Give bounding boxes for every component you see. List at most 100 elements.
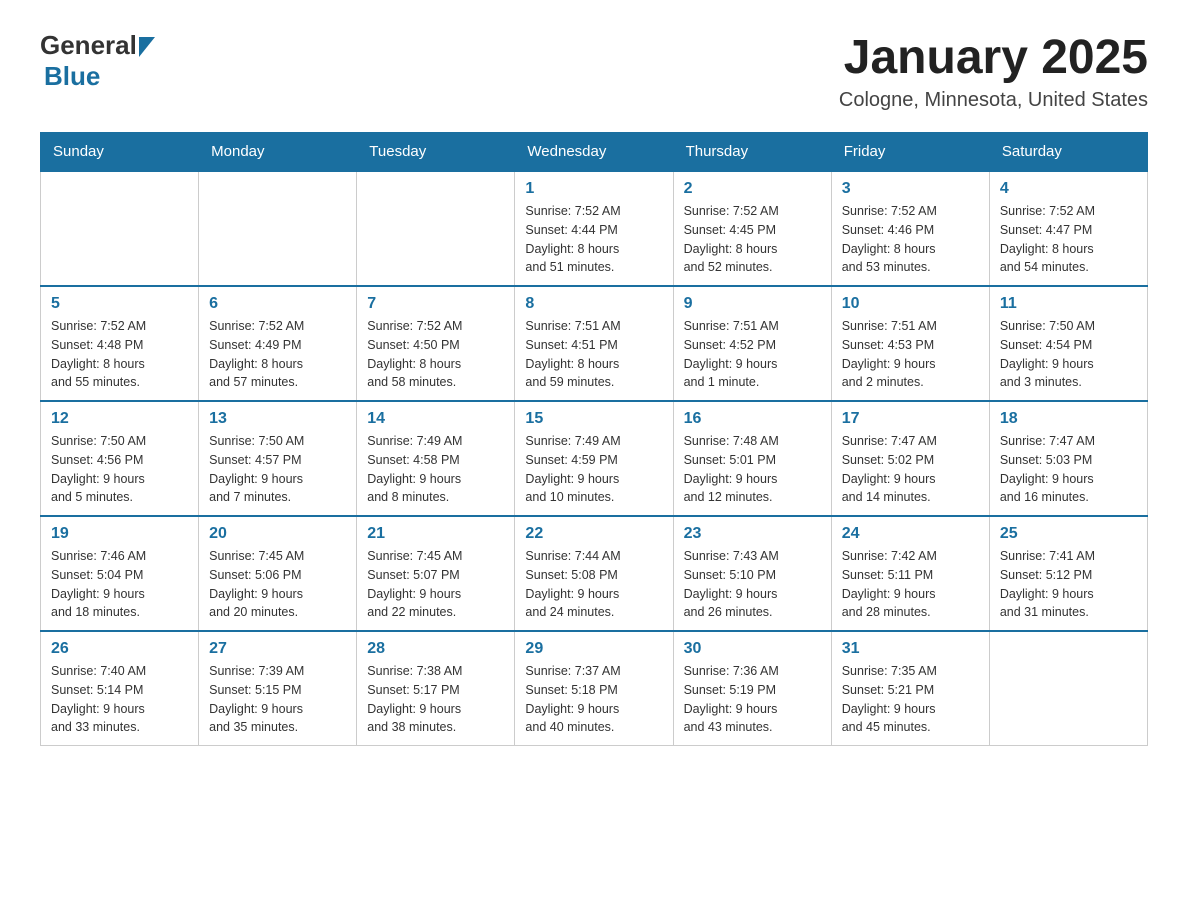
day-info: Sunrise: 7:52 AM Sunset: 4:50 PM Dayligh…: [367, 317, 504, 392]
calendar-cell: 11 Sunrise: 7:50 AM Sunset: 4:54 PM Dayli…: [989, 286, 1147, 401]
day-number: 28: [367, 640, 504, 658]
day-number: 11: [1000, 295, 1137, 313]
logo: General Blue: [40, 30, 155, 92]
page-header: General Blue January 2025 Cologne, Minne…: [40, 30, 1148, 112]
calendar-cell: [357, 171, 515, 286]
calendar-title: January 2025: [839, 30, 1148, 85]
calendar-cell: 31Sunrise: 7:35 AM Sunset: 5:21 PM Dayli…: [831, 631, 989, 746]
calendar-cell: 19 Sunrise: 7:46 AM Sunset: 5:04 PM Dayli…: [41, 516, 199, 631]
week-row-2: 5 Sunrise: 7:52 AM Sunset: 4:48 PM Daylig…: [41, 286, 1148, 401]
calendar-cell: [199, 171, 357, 286]
day-number: 12: [51, 410, 188, 428]
calendar-cell: 26 Sunrise: 7:40 AM Sunset: 5:14 PM Dayli…: [41, 631, 199, 746]
day-info: Sunrise: 7:51 AM Sunset: 4:51 PM Dayligh…: [525, 317, 662, 392]
day-number: 3: [842, 180, 979, 198]
day-info: Sunrise: 7:41 AM Sunset: 5:12 PM Dayligh…: [1000, 547, 1137, 622]
day-info: Sunrise: 7:51 AM Sunset: 4:52 PM Dayligh…: [684, 317, 821, 392]
calendar-cell: 24Sunrise: 7:42 AM Sunset: 5:11 PM Dayli…: [831, 516, 989, 631]
day-number: 8: [525, 295, 662, 313]
day-info: Sunrise: 7:48 AM Sunset: 5:01 PM Dayligh…: [684, 432, 821, 507]
day-number: 5: [51, 295, 188, 313]
day-number: 22: [525, 525, 662, 543]
calendar-cell: [989, 631, 1147, 746]
day-info: Sunrise: 7:52 AM Sunset: 4:45 PM Dayligh…: [684, 202, 821, 277]
day-info: Sunrise: 7:52 AM Sunset: 4:44 PM Dayligh…: [525, 202, 662, 277]
calendar-cell: 3 Sunrise: 7:52 AM Sunset: 4:46 PM Daylig…: [831, 171, 989, 286]
calendar-cell: 2 Sunrise: 7:52 AM Sunset: 4:45 PM Daylig…: [673, 171, 831, 286]
day-info: Sunrise: 7:42 AM Sunset: 5:11 PM Dayligh…: [842, 547, 979, 622]
calendar-cell: 23 Sunrise: 7:43 AM Sunset: 5:10 PM Dayli…: [673, 516, 831, 631]
day-info: Sunrise: 7:45 AM Sunset: 5:07 PM Dayligh…: [367, 547, 504, 622]
day-info: Sunrise: 7:45 AM Sunset: 5:06 PM Dayligh…: [209, 547, 346, 622]
calendar-cell: 1 Sunrise: 7:52 AM Sunset: 4:44 PM Daylig…: [515, 171, 673, 286]
calendar-cell: 16 Sunrise: 7:48 AM Sunset: 5:01 PM Dayli…: [673, 401, 831, 516]
day-number: 10: [842, 295, 979, 313]
day-info: Sunrise: 7:50 AM Sunset: 4:57 PM Dayligh…: [209, 432, 346, 507]
day-number: 4: [1000, 180, 1137, 198]
day-header-wednesday: Wednesday: [515, 133, 673, 172]
day-number: 14: [367, 410, 504, 428]
day-info: Sunrise: 7:49 AM Sunset: 4:58 PM Dayligh…: [367, 432, 504, 507]
week-row-3: 12 Sunrise: 7:50 AM Sunset: 4:56 PM Dayli…: [41, 401, 1148, 516]
day-header-sunday: Sunday: [41, 133, 199, 172]
day-header-tuesday: Tuesday: [357, 133, 515, 172]
calendar-cell: 28 Sunrise: 7:38 AM Sunset: 5:17 PM Dayli…: [357, 631, 515, 746]
calendar-cell: 17 Sunrise: 7:47 AM Sunset: 5:02 PM Dayli…: [831, 401, 989, 516]
calendar-cell: 21 Sunrise: 7:45 AM Sunset: 5:07 PM Dayli…: [357, 516, 515, 631]
day-number: 2: [684, 180, 821, 198]
day-header-thursday: Thursday: [673, 133, 831, 172]
calendar-cell: 13 Sunrise: 7:50 AM Sunset: 4:57 PM Dayli…: [199, 401, 357, 516]
day-number: 6: [209, 295, 346, 313]
day-info: Sunrise: 7:47 AM Sunset: 5:03 PM Dayligh…: [1000, 432, 1137, 507]
day-info: Sunrise: 7:40 AM Sunset: 5:14 PM Dayligh…: [51, 662, 188, 737]
calendar-subtitle: Cologne, Minnesota, United States: [839, 89, 1148, 112]
day-number: 17: [842, 410, 979, 428]
day-info: Sunrise: 7:52 AM Sunset: 4:46 PM Dayligh…: [842, 202, 979, 277]
calendar-cell: 20 Sunrise: 7:45 AM Sunset: 5:06 PM Dayli…: [199, 516, 357, 631]
calendar-cell: 9 Sunrise: 7:51 AM Sunset: 4:52 PM Daylig…: [673, 286, 831, 401]
calendar-table: SundayMondayTuesdayWednesdayThursdayFrid…: [40, 132, 1148, 746]
calendar-cell: 12 Sunrise: 7:50 AM Sunset: 4:56 PM Dayli…: [41, 401, 199, 516]
day-info: Sunrise: 7:37 AM Sunset: 5:18 PM Dayligh…: [525, 662, 662, 737]
day-info: Sunrise: 7:38 AM Sunset: 5:17 PM Dayligh…: [367, 662, 504, 737]
day-number: 13: [209, 410, 346, 428]
day-info: Sunrise: 7:49 AM Sunset: 4:59 PM Dayligh…: [525, 432, 662, 507]
day-number: 15: [525, 410, 662, 428]
day-number: 16: [684, 410, 821, 428]
calendar-cell: 18Sunrise: 7:47 AM Sunset: 5:03 PM Dayli…: [989, 401, 1147, 516]
logo-blue-text: Blue: [44, 61, 100, 92]
calendar-cell: 30 Sunrise: 7:36 AM Sunset: 5:19 PM Dayli…: [673, 631, 831, 746]
day-info: Sunrise: 7:36 AM Sunset: 5:19 PM Dayligh…: [684, 662, 821, 737]
day-number: 31: [842, 640, 979, 658]
calendar-cell: 22 Sunrise: 7:44 AM Sunset: 5:08 PM Dayli…: [515, 516, 673, 631]
calendar-cell: 25Sunrise: 7:41 AM Sunset: 5:12 PM Dayli…: [989, 516, 1147, 631]
day-info: Sunrise: 7:50 AM Sunset: 4:54 PM Dayligh…: [1000, 317, 1137, 392]
day-number: 30: [684, 640, 821, 658]
calendar-cell: 6 Sunrise: 7:52 AM Sunset: 4:49 PM Daylig…: [199, 286, 357, 401]
day-info: Sunrise: 7:47 AM Sunset: 5:02 PM Dayligh…: [842, 432, 979, 507]
day-info: Sunrise: 7:52 AM Sunset: 4:48 PM Dayligh…: [51, 317, 188, 392]
day-number: 1: [525, 180, 662, 198]
day-info: Sunrise: 7:50 AM Sunset: 4:56 PM Dayligh…: [51, 432, 188, 507]
day-number: 9: [684, 295, 821, 313]
day-number: 20: [209, 525, 346, 543]
day-info: Sunrise: 7:43 AM Sunset: 5:10 PM Dayligh…: [684, 547, 821, 622]
day-info: Sunrise: 7:46 AM Sunset: 5:04 PM Dayligh…: [51, 547, 188, 622]
day-number: 23: [684, 525, 821, 543]
day-info: Sunrise: 7:52 AM Sunset: 4:47 PM Dayligh…: [1000, 202, 1137, 277]
calendar-cell: 10 Sunrise: 7:51 AM Sunset: 4:53 PM Dayli…: [831, 286, 989, 401]
title-section: January 2025 Cologne, Minnesota, United …: [839, 30, 1148, 112]
calendar-cell: 8 Sunrise: 7:51 AM Sunset: 4:51 PM Daylig…: [515, 286, 673, 401]
calendar-cell: 15 Sunrise: 7:49 AM Sunset: 4:59 PM Dayli…: [515, 401, 673, 516]
day-number: 26: [51, 640, 188, 658]
calendar-cell: 14 Sunrise: 7:49 AM Sunset: 4:58 PM Dayli…: [357, 401, 515, 516]
day-info: Sunrise: 7:44 AM Sunset: 5:08 PM Dayligh…: [525, 547, 662, 622]
day-number: 21: [367, 525, 504, 543]
day-header-monday: Monday: [199, 133, 357, 172]
day-number: 19: [51, 525, 188, 543]
day-info: Sunrise: 7:51 AM Sunset: 4:53 PM Dayligh…: [842, 317, 979, 392]
day-info: Sunrise: 7:52 AM Sunset: 4:49 PM Dayligh…: [209, 317, 346, 392]
header-row: SundayMondayTuesdayWednesdayThursdayFrid…: [41, 133, 1148, 172]
logo-triangle-icon: [139, 37, 155, 57]
calendar-cell: 27Sunrise: 7:39 AM Sunset: 5:15 PM Dayli…: [199, 631, 357, 746]
